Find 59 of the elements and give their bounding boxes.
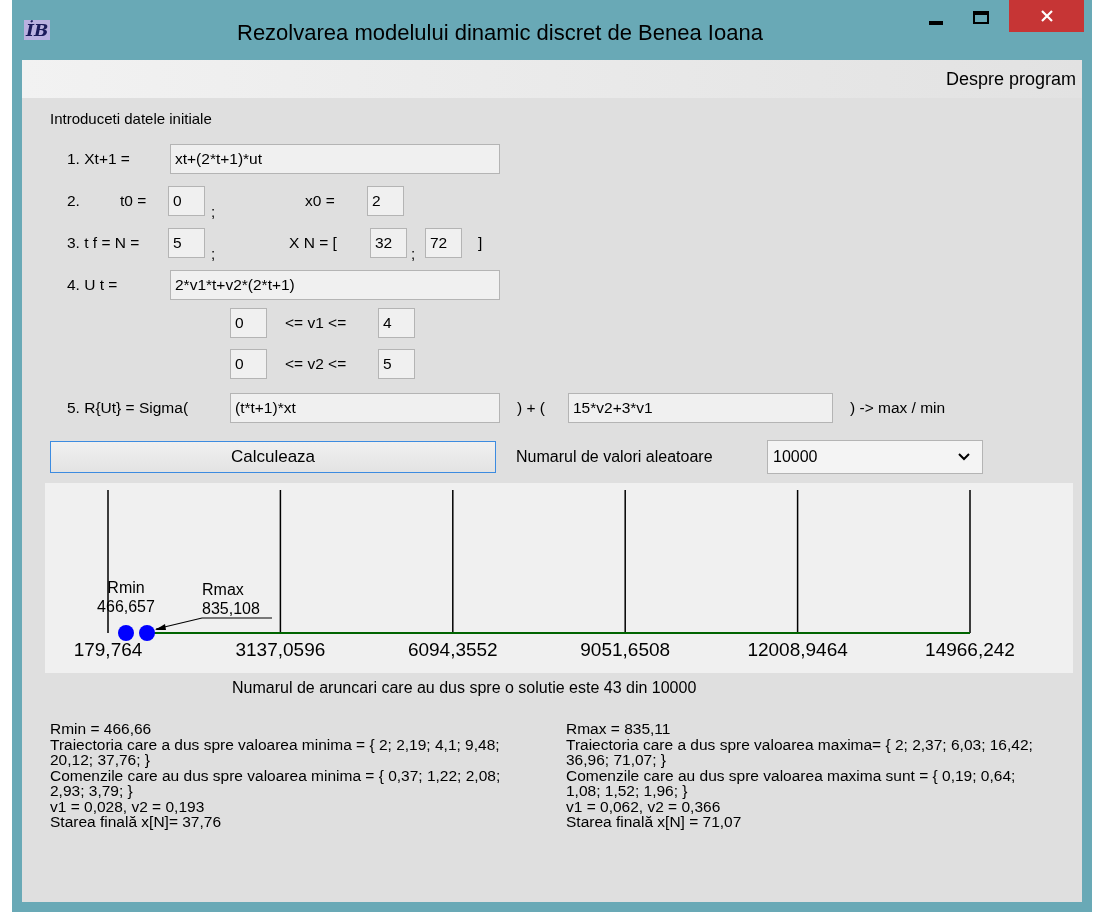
separator: ; [211, 203, 217, 220]
t0-field[interactable]: 0 [168, 186, 205, 216]
random-count-label: Numarul de valori aleatoare [516, 448, 714, 466]
close-icon [1040, 10, 1053, 22]
result-text: Rmin = 466,66 [50, 721, 153, 737]
result-text: Starea finală x[N] = 71,07 [566, 814, 743, 830]
final-time-field[interactable]: 5 [168, 228, 205, 258]
maximize-icon[interactable] [973, 10, 989, 24]
result-text: Rmax = 835,11 [566, 721, 672, 737]
window-title: Rezolvarea modelului dinamic discret de Benea Ioana [237, 20, 763, 46]
equation-field[interactable]: xt+(2*t+1)*ut [170, 144, 500, 174]
final-time-label: 3. t f = N = [67, 234, 141, 252]
plus-label: ) + ( [517, 399, 546, 417]
annotation-value: 835,108 [202, 600, 260, 617]
annotation-name: Rmax [202, 581, 244, 598]
tick-label: 12008,9464 [747, 639, 848, 660]
separator: ; [411, 245, 417, 262]
app-logo: İB [24, 20, 51, 40]
final-state-label: X N = [ [289, 234, 338, 252]
tick-label: 3137,0596 [235, 639, 326, 660]
data-point [118, 625, 134, 641]
close-button[interactable] [1009, 0, 1084, 32]
menu-item[interactable]: Despre program [945, 68, 1076, 90]
max-min-label: ) -> max / min [850, 399, 946, 417]
calculate-button[interactable]: Calculeaza [50, 441, 496, 473]
item-number: 2. [67, 192, 81, 210]
separator: ; [211, 245, 217, 262]
control-field[interactable]: 2*v1*t+v2*(2*t+1) [170, 270, 500, 300]
equation-label: 1. Xt+1 = [67, 150, 131, 168]
t0-label: t0 = [120, 192, 148, 210]
tick-label: 9051,6508 [580, 639, 671, 660]
lower-bound-field[interactable]: 0 [230, 307, 267, 338]
tick-label: 179,764 [73, 639, 143, 660]
random-count-dropdown[interactable]: 10000 [767, 440, 983, 474]
bound-label: <= v2 <= [285, 354, 348, 373]
result-text: v1 = 0,028, v2 = 0,193 [50, 798, 206, 814]
lower-bound-field[interactable]: 0 [230, 348, 267, 379]
upper-bound-field[interactable]: 4 [378, 307, 415, 338]
result-text: v1 = 0,062, v2 = 0,366 [566, 798, 722, 814]
result-text: Starea finală x[N]= 37,76 [50, 814, 223, 830]
tick-label: 6094,3552 [407, 639, 498, 660]
final-state-max-field[interactable]: 72 [425, 228, 462, 258]
sum-field[interactable]: (t*t+1)*xt [230, 393, 500, 423]
chevron-icon [958, 453, 970, 461]
result-text: Traiectoria care a dus spre valoarea maxima= { 2; 2,37; 6,03; 16,42; 36,96; 71,07; } [566, 736, 1034, 768]
upper-bound-field[interactable]: 5 [378, 348, 415, 379]
data-point [139, 625, 155, 641]
control-label: 4. U t = [67, 276, 119, 294]
terminal-field[interactable]: 15*v2+3*v1 [568, 393, 833, 423]
section-heading: Introduceti datele initiale [50, 110, 213, 129]
summary-text: Numarul de aruncari care au dus spre o solutie este 43 din 10000 [231, 679, 698, 698]
x0-field[interactable]: 2 [367, 186, 404, 216]
bracket: ] [478, 234, 483, 252]
x0-label: x0 = [305, 192, 336, 210]
final-state-min-field[interactable]: 32 [370, 228, 407, 258]
objective-label: 5. R{Ut} = Sigma( [67, 399, 190, 417]
bound-label: <= v1 <= [285, 313, 348, 332]
result-text: Traiectoria care a dus spre valoarea minima = { 2; 2,19; 4,1; 9,48; 20,12; 37,76; } [50, 736, 501, 768]
tick-label: 14966,242 [925, 639, 1015, 660]
